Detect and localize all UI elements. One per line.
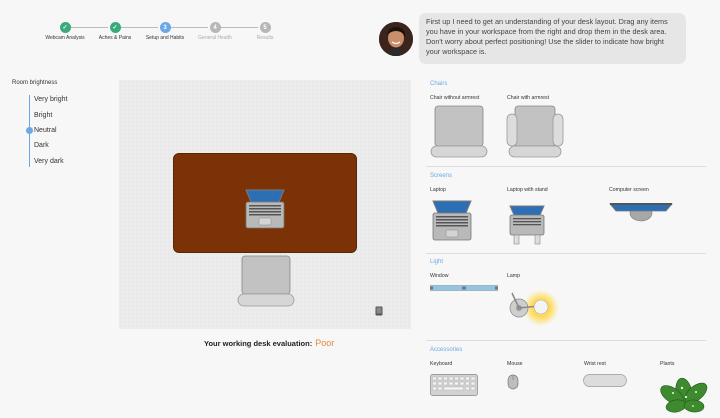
item-label-mouse: Mouse [507, 361, 523, 367]
assistant-message: First up I need to get an understanding … [419, 13, 686, 64]
computer-screen-icon[interactable] [608, 201, 674, 223]
item-label-computer-screen: Computer screen [609, 187, 649, 193]
item-label-laptop: Laptop [430, 187, 446, 193]
plant-icon[interactable] [660, 373, 708, 415]
assistant-avatar [379, 22, 413, 56]
section-title-screens: Screens [430, 173, 453, 179]
step-general-health[interactable]: 4 General Health [192, 22, 238, 42]
chair-without-armrest-icon[interactable] [430, 104, 488, 158]
mouse-icon[interactable] [507, 374, 519, 390]
section-divider [426, 340, 706, 341]
section-divider [426, 253, 706, 254]
section-divider [426, 166, 706, 167]
brightness-option-bright[interactable]: Bright [34, 112, 52, 119]
item-label-keyboard: Keyboard [430, 361, 453, 367]
placed-chair[interactable] [236, 254, 296, 308]
step-number: 4 [209, 22, 221, 33]
step-results[interactable]: 5 Results [242, 22, 288, 42]
evaluation-value: Poor [315, 338, 335, 348]
step-label: Aches & Pains [98, 35, 132, 41]
laptop-with-stand-icon[interactable] [506, 202, 548, 246]
item-label-lamp: Lamp [507, 273, 520, 279]
step-aches-pains[interactable]: ✓ Aches & Pains [92, 22, 138, 42]
desk-drop-area[interactable] [119, 80, 411, 329]
placed-laptop[interactable] [242, 188, 288, 230]
brightness-option-very-dark[interactable]: Very dark [34, 158, 64, 165]
placed-phone[interactable] [375, 306, 383, 316]
brightness-option-very-bright[interactable]: Very bright [34, 96, 67, 103]
item-label-wrist-rest: Wrist rest [584, 361, 606, 367]
keyboard-icon[interactable] [430, 374, 478, 396]
window-icon[interactable] [430, 285, 498, 291]
step-webcam-analysis[interactable]: ✓ Webcam Analysis [42, 22, 88, 42]
brightness-thumb[interactable] [26, 127, 33, 134]
section-title-chairs: Chairs [430, 81, 448, 87]
step-label: General Health [198, 35, 232, 41]
step-label: Results [256, 35, 274, 41]
item-label-chair-without-armrest: Chair without armrest [430, 95, 480, 101]
brightness-title: Room brightness [12, 80, 58, 86]
chair-with-armrest-icon[interactable] [505, 104, 565, 158]
brightness-slider[interactable]: Room brightness Very bright Bright Neutr… [12, 80, 67, 167]
step-label: Setup and Habits [145, 35, 185, 41]
item-label-plants: Plants [660, 361, 675, 367]
step-number: 3 [159, 22, 171, 33]
check-icon: ✓ [59, 22, 71, 33]
progress-stepper: ✓ Webcam Analysis ✓ Aches & Pains 3 Setu… [42, 22, 292, 52]
evaluation-label: Your working desk evaluation: [204, 339, 313, 348]
section-title-light: Light [430, 259, 444, 265]
lamp-icon[interactable] [505, 284, 561, 328]
brightness-option-neutral[interactable]: Neutral [34, 127, 57, 134]
brightness-option-dark[interactable]: Dark [34, 142, 49, 149]
item-label-window: Window [430, 273, 449, 279]
desk-evaluation: Your working desk evaluation: Poor [204, 338, 334, 348]
step-number: 5 [259, 22, 271, 33]
step-setup-habits[interactable]: 3 Setup and Habits [142, 22, 188, 42]
section-title-accessories: Accessories [430, 347, 463, 353]
wrist-rest-icon[interactable] [583, 374, 627, 387]
check-icon: ✓ [109, 22, 121, 33]
step-label: Webcam Analysis [45, 35, 85, 41]
item-label-laptop-with-stand: Laptop with stand [507, 187, 548, 193]
laptop-icon[interactable] [429, 200, 475, 242]
item-label-chair-with-armrest: Chair with armrest [507, 95, 550, 101]
